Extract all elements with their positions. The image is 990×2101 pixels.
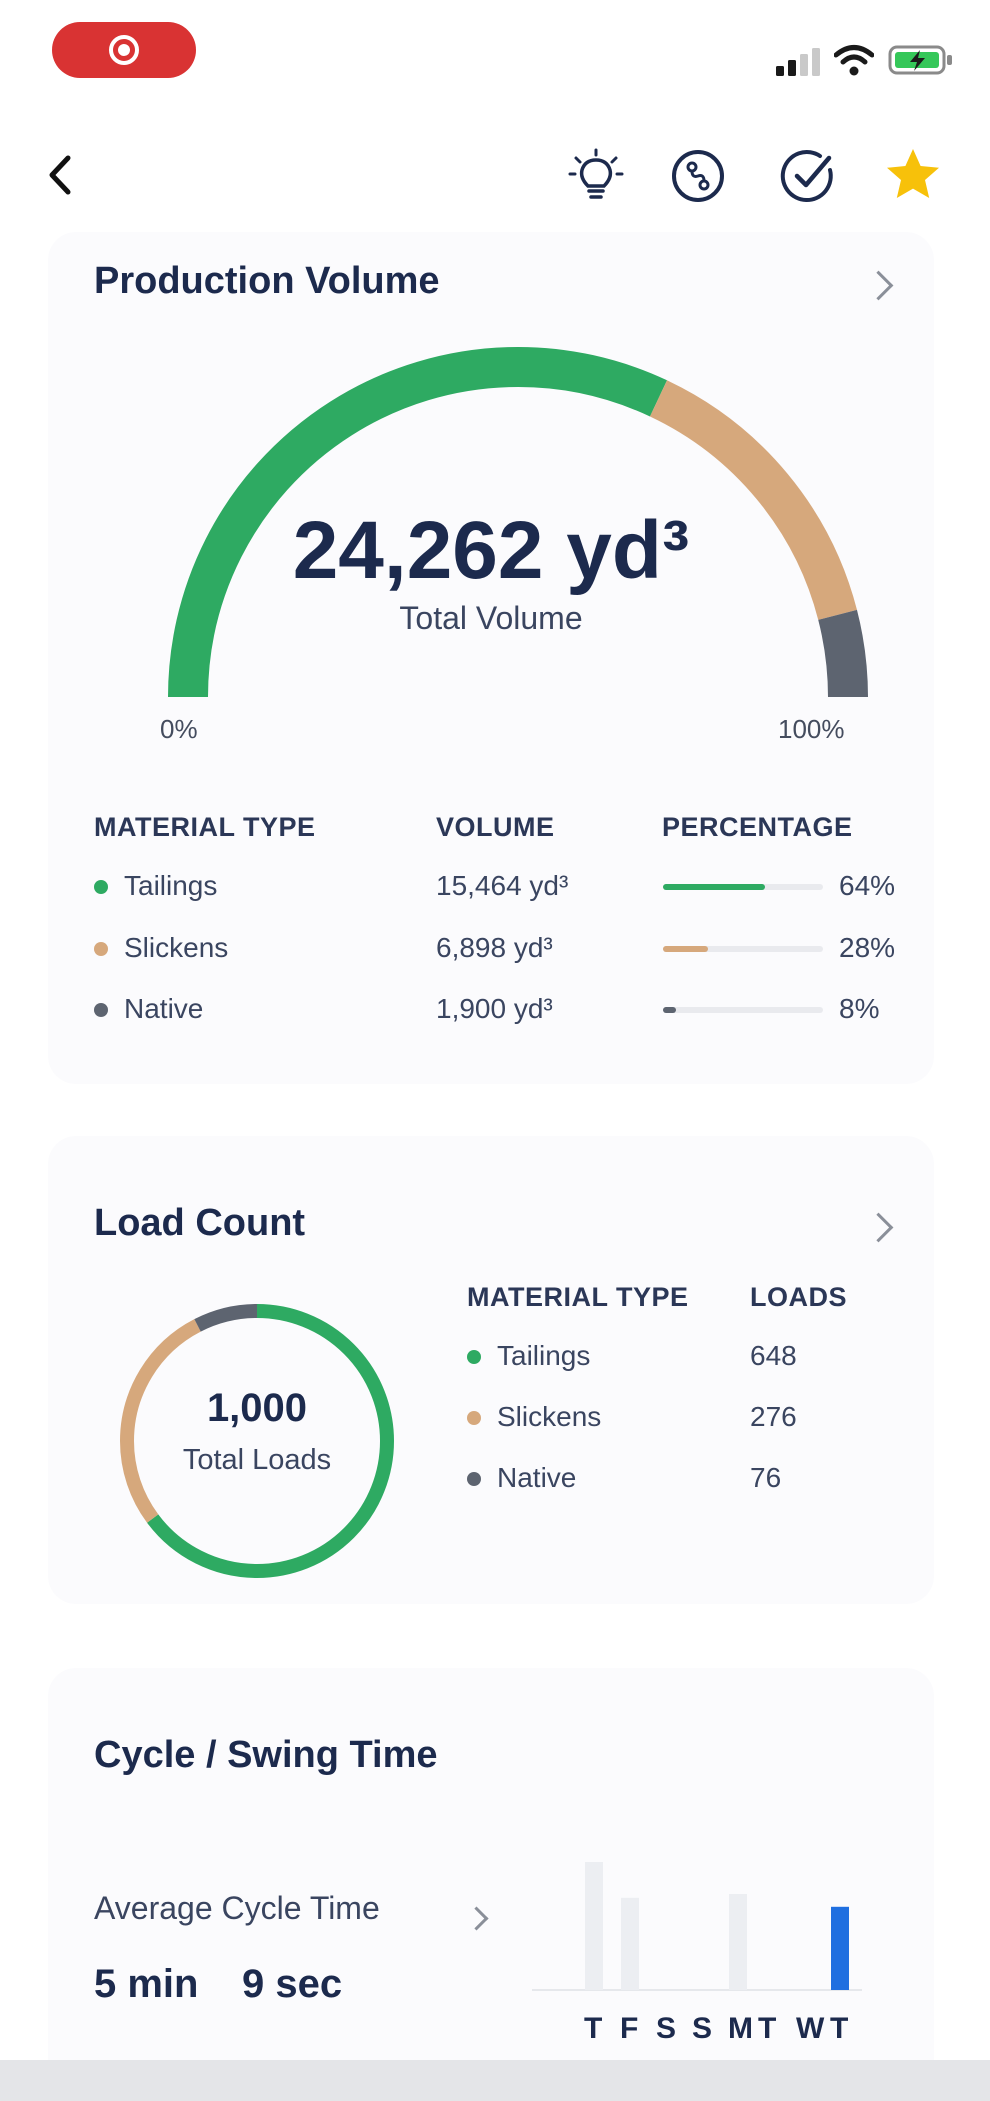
average-cycle-minutes: 5 min xyxy=(94,1962,199,2006)
percentage-bar xyxy=(663,1007,823,1013)
total-volume-label: Total Volume xyxy=(399,600,583,636)
legend-dot-native xyxy=(467,1472,481,1486)
record-icon xyxy=(109,35,139,65)
material-name: Slickens xyxy=(124,932,229,963)
total-volume-value: 24,262 yd³ xyxy=(292,505,690,596)
gauge-min-label: 0% xyxy=(160,714,198,744)
volume-header: VOLUME xyxy=(436,812,555,842)
percentage-header: PERCENTAGE xyxy=(662,812,853,842)
lightbulb-icon xyxy=(568,148,624,199)
percentage-value: 64% xyxy=(839,870,896,901)
favorite-button[interactable] xyxy=(884,146,942,204)
percentage-value: 8% xyxy=(839,993,880,1024)
gauge-max-label: 100% xyxy=(778,714,845,744)
day-label: W xyxy=(796,2012,825,2045)
material-type-header: MATERIAL TYPE xyxy=(94,812,316,842)
chevron-right-icon[interactable] xyxy=(863,1212,894,1243)
check-circle-icon xyxy=(780,150,833,203)
percentage-value: 28% xyxy=(839,932,896,963)
day-label: T xyxy=(830,2012,849,2045)
legend-dot-tailings xyxy=(467,1350,481,1364)
card-title: Load Count xyxy=(94,1202,306,1244)
legend-dot-tailings xyxy=(94,880,108,894)
chevron-right-icon[interactable] xyxy=(863,270,894,301)
volume-value: 6,898 yd³ xyxy=(436,932,553,963)
tasks-button[interactable] xyxy=(780,148,836,204)
back-button[interactable] xyxy=(40,150,80,200)
day-label: M xyxy=(728,2012,753,2045)
loads-donut xyxy=(120,1304,394,1578)
day-label: T xyxy=(758,2012,777,2045)
volume-value: 15,464 yd³ xyxy=(436,870,569,901)
day-label: T xyxy=(584,2012,603,2045)
route-icon xyxy=(672,150,724,202)
cycle-time-bar-chart xyxy=(532,1862,862,1991)
total-loads-label: Total Loads xyxy=(182,1444,332,1476)
screen-recording-indicator[interactable] xyxy=(52,22,196,78)
material-type-header: MATERIAL TYPE xyxy=(467,1282,689,1312)
chevron-right-icon[interactable] xyxy=(464,1906,489,1931)
legend-dot-native xyxy=(94,1003,108,1017)
average-cycle-seconds: 9 sec xyxy=(242,1962,343,2006)
cycle-swing-time-card[interactable]: Cycle / Swing Time Average Cycle Time 5 … xyxy=(48,1668,934,2101)
star-icon xyxy=(887,149,939,198)
percentage-bar xyxy=(663,946,823,952)
battery-charging-icon xyxy=(888,44,954,76)
wifi-icon xyxy=(833,44,875,76)
legend-dot-slickens xyxy=(467,1411,481,1425)
card-title: Production Volume xyxy=(94,260,440,302)
total-loads-value: 1,000 xyxy=(206,1386,308,1430)
percentage-bar xyxy=(663,884,823,890)
day-label: F xyxy=(620,2012,639,2045)
chart-bar[interactable] xyxy=(729,1894,747,1990)
average-cycle-time-label: Average Cycle Time xyxy=(94,1890,380,1926)
card-title: Cycle / Swing Time xyxy=(94,1734,438,1776)
material-name: Slickens xyxy=(497,1401,602,1432)
bottom-bar xyxy=(0,2060,990,2101)
loads-header: LOADS xyxy=(750,1282,847,1312)
cellular-signal-icon xyxy=(776,48,822,76)
chart-bar[interactable] xyxy=(621,1897,639,1990)
chart-bar[interactable] xyxy=(585,1862,603,1990)
day-label: S xyxy=(692,2012,713,2045)
volume-value: 1,900 yd³ xyxy=(436,993,553,1024)
day-label: S xyxy=(656,2012,677,2045)
loads-value: 76 xyxy=(750,1462,782,1493)
chart-bar[interactable] xyxy=(831,1906,849,1990)
material-name: Native xyxy=(497,1462,577,1493)
average-cycle-time-link[interactable]: Average Cycle Time xyxy=(94,1890,380,1927)
material-name: Tailings xyxy=(124,870,218,901)
material-name: Native xyxy=(124,993,204,1024)
back-icon xyxy=(49,155,71,195)
route-button[interactable] xyxy=(670,148,726,204)
loads-value: 648 xyxy=(750,1340,797,1371)
loads-value: 276 xyxy=(750,1401,797,1432)
load-count-card[interactable]: Load Count 1,000 Total Loads MATERIAL TY… xyxy=(48,1136,934,1604)
insights-button[interactable] xyxy=(568,148,624,204)
production-volume-card[interactable]: Production Volume 24,262 yd³ Total Volum… xyxy=(48,232,934,1084)
legend-dot-slickens xyxy=(94,942,108,956)
material-name: Tailings xyxy=(497,1340,591,1371)
